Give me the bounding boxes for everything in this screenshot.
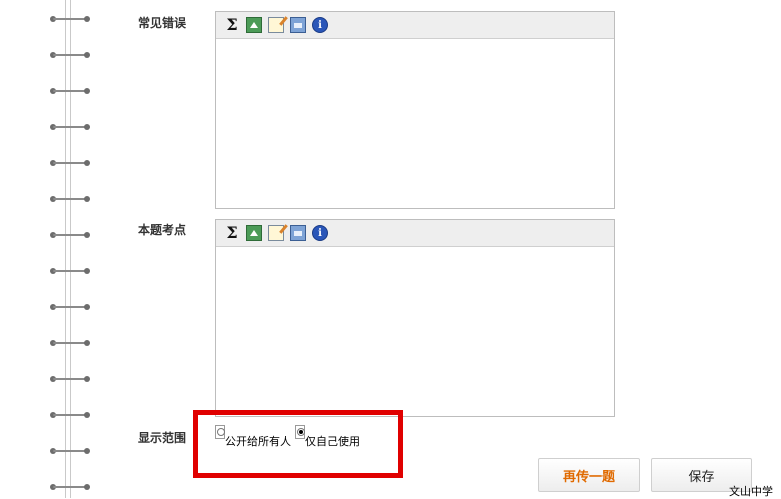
info-icon[interactable]: i [312, 225, 328, 241]
ring-bar [53, 486, 87, 488]
ring-bar [53, 378, 87, 380]
ring-dot [84, 376, 90, 382]
binding-ring [50, 304, 90, 310]
ring-dot [84, 268, 90, 274]
binding-ring [50, 160, 90, 166]
notebook-binding [0, 0, 100, 498]
binding-line [65, 0, 66, 498]
ring-bar [53, 270, 87, 272]
binding-line [70, 0, 71, 498]
visibility-label: 显示范围 [138, 431, 187, 445]
ring-bar [53, 234, 87, 236]
key-points-label: 本题考点 [138, 223, 187, 237]
ring-dot [84, 484, 90, 490]
sigma-icon[interactable]: Σ [224, 225, 240, 241]
ring-dot [84, 304, 90, 310]
binding-ring [50, 484, 90, 490]
ring-dot [84, 16, 90, 22]
binding-ring [50, 376, 90, 382]
ring-dot [84, 412, 90, 418]
ring-dot [84, 232, 90, 238]
ring-bar [53, 54, 87, 56]
ring-bar [53, 162, 87, 164]
binding-ring [50, 268, 90, 274]
ring-dot [84, 88, 90, 94]
upload-image-icon[interactable] [246, 225, 262, 241]
binding-ring [50, 448, 90, 454]
binding-ring [50, 196, 90, 202]
ring-bar [53, 198, 87, 200]
common-errors-editor: Σ i [215, 11, 615, 209]
binding-ring [50, 340, 90, 346]
editor-toolbar: Σ i [216, 220, 614, 247]
binding-ring [50, 52, 90, 58]
key-points-textarea[interactable] [216, 247, 614, 415]
binding-ring [50, 16, 90, 22]
ring-bar [53, 450, 87, 452]
highlight-box [193, 410, 403, 478]
ring-bar [53, 414, 87, 416]
binding-ring [50, 232, 90, 238]
info-icon[interactable]: i [312, 17, 328, 33]
binding-ring [50, 88, 90, 94]
edit-icon[interactable] [268, 17, 284, 33]
ring-bar [53, 126, 87, 128]
ring-dot [84, 124, 90, 130]
editor-toolbar: Σ i [216, 12, 614, 39]
ring-dot [84, 160, 90, 166]
upload-image-icon[interactable] [246, 17, 262, 33]
ring-dot [84, 340, 90, 346]
ring-dot [84, 196, 90, 202]
common-errors-textarea[interactable] [216, 39, 614, 207]
binding-ring [50, 124, 90, 130]
key-points-editor: Σ i [215, 219, 615, 417]
school-watermark: 文山中学 [729, 485, 773, 498]
edit-icon[interactable] [268, 225, 284, 241]
common-errors-label: 常见错误 [138, 16, 187, 30]
binding-ring [50, 412, 90, 418]
sigma-icon[interactable]: Σ [224, 17, 240, 33]
ring-bar [53, 306, 87, 308]
ring-bar [53, 18, 87, 20]
ring-dot [84, 52, 90, 58]
ring-dot [84, 448, 90, 454]
reupload-button[interactable]: 再传一题 [538, 458, 640, 492]
screen-icon[interactable] [290, 225, 306, 241]
ring-bar [53, 342, 87, 344]
screen-icon[interactable] [290, 17, 306, 33]
ring-bar [53, 90, 87, 92]
